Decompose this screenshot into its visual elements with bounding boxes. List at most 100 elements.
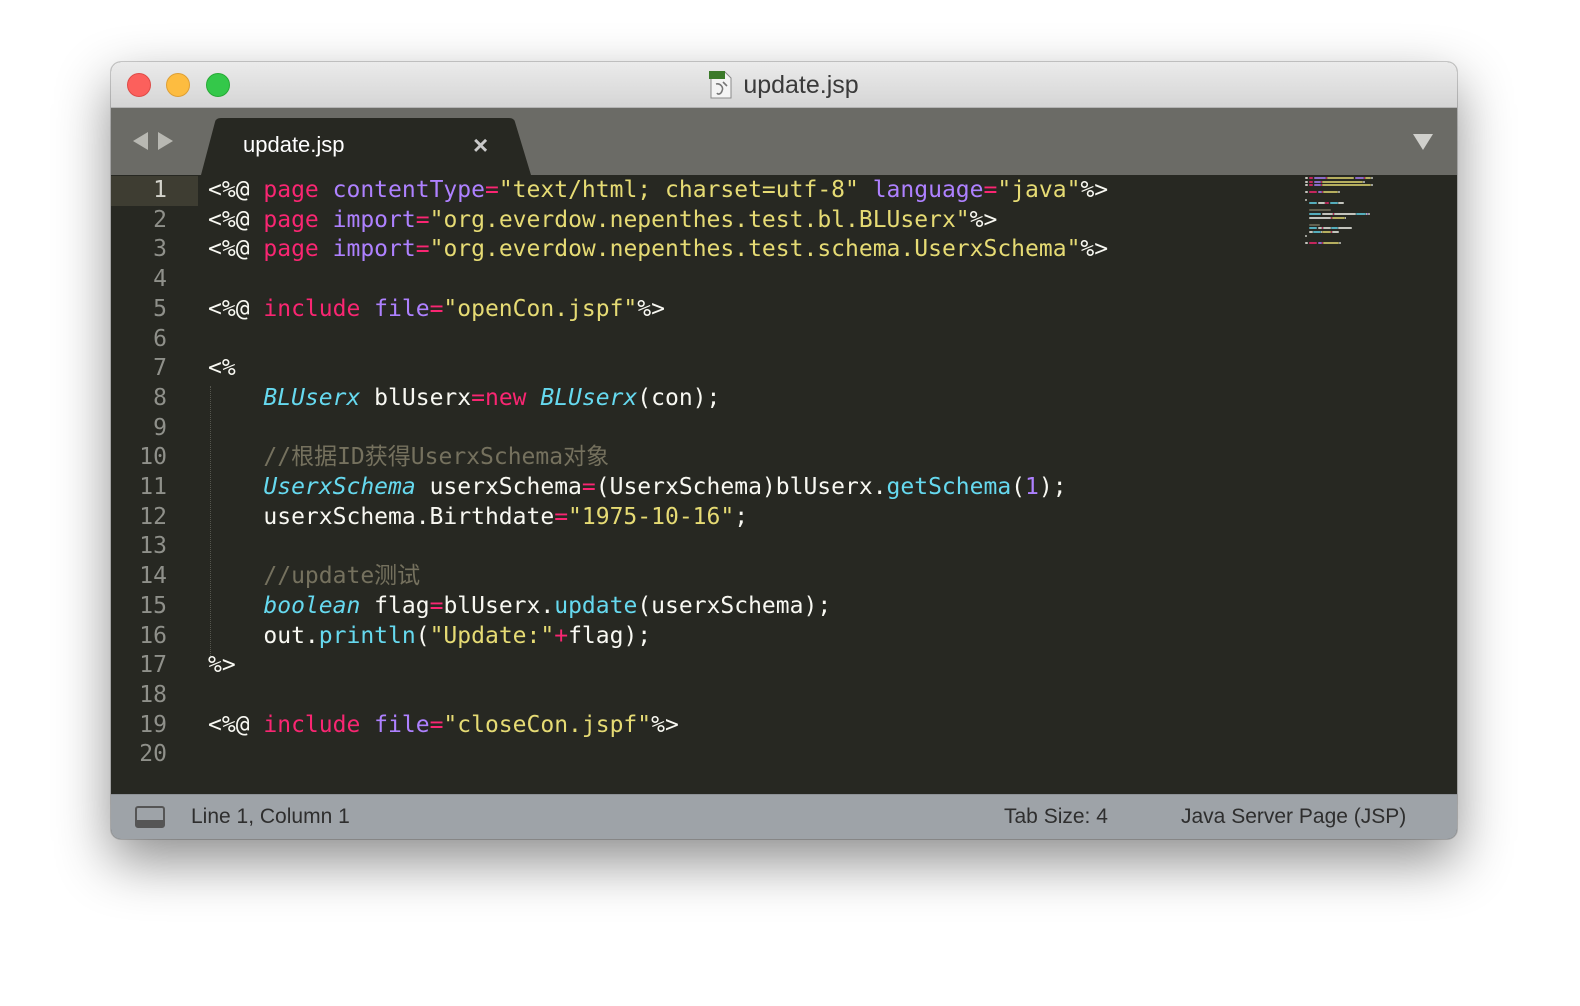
next-tab-arrow-icon[interactable] [158, 132, 173, 150]
code-line[interactable]: 18 [111, 681, 1291, 711]
code-line[interactable]: 6 [111, 325, 1291, 355]
code-line[interactable]: 1 <%@ page contentType="text/html; charse… [111, 176, 1291, 206]
triangle-down-icon[interactable] [1413, 134, 1433, 150]
code-token: userxSchema [415, 474, 582, 500]
minimap-stroke [1321, 231, 1332, 233]
tab-update-jsp[interactable]: update.jsp × [201, 118, 539, 175]
code-line[interactable]: 16 out.println("Update:"+flag); [111, 622, 1291, 652]
minimap[interactable] [1305, 177, 1433, 257]
window-title-group: update.jsp [111, 70, 1457, 100]
syntax-indicator[interactable]: Java Server Page (JSP) [1181, 805, 1406, 829]
code-text: <%@ page import="org.everdow.nepenthes.t… [208, 235, 1108, 265]
code-line[interactable]: 5 <%@ include file="openCon.jspf"%> [111, 295, 1291, 325]
code-token: = [484, 177, 499, 203]
minimap-stroke [1321, 213, 1334, 215]
tab-bar: update.jsp × [111, 108, 1457, 175]
tab-close-icon[interactable]: × [473, 130, 488, 161]
code-token: include [263, 295, 375, 322]
code-line[interactable]: 3 <%@ page import="org.everdow.nepenthes.… [111, 235, 1291, 265]
code-token: blUserx. [443, 592, 555, 619]
minimap-stroke [1309, 213, 1321, 215]
code-token: = [471, 384, 485, 411]
code-line[interactable]: 4 [111, 265, 1291, 295]
cursor-position[interactable]: Line 1, Column 1 [191, 805, 350, 829]
minimap-stroke [1321, 180, 1363, 183]
line-number: 5 [153, 295, 167, 322]
minimap-stroke [1309, 216, 1332, 219]
code-text: BLUserx blUserx=new BLUserx(con); [208, 384, 720, 414]
line-number: 15 [139, 592, 167, 619]
minimap-stroke [1322, 227, 1332, 230]
minimap-stroke [1309, 209, 1332, 212]
code-line[interactable]: 10 //根据ID获得UserxSchema对象 [111, 443, 1291, 473]
code-editor[interactable]: 1 <%@ page contentType="text/html; charse… [111, 175, 1457, 795]
code-text: <%@ include file="openCon.jspf"%> [208, 295, 665, 325]
code-line[interactable]: 9 [111, 414, 1291, 444]
line-number: 14 [139, 563, 167, 590]
minimap-stroke [1368, 213, 1371, 215]
code-text: //update测试 [208, 562, 420, 592]
code-text: <%@ page import="org.everdow.nepenthes.t… [208, 206, 997, 236]
line-number: 18 [139, 681, 167, 708]
code-text: %> [208, 651, 236, 681]
code-line[interactable]: 14 //update测试 [111, 562, 1291, 592]
tab-label: update.jsp [243, 132, 345, 157]
minimap-stroke [1321, 184, 1372, 187]
code-token: include [263, 711, 375, 738]
code-token: %> [969, 206, 998, 233]
code-token: file [374, 295, 430, 322]
code-token: new [484, 384, 541, 411]
code-token: update [554, 592, 638, 619]
code-token: boolean [263, 592, 361, 619]
minimap-stroke [1332, 216, 1345, 219]
code-line[interactable]: 11 UserxSchema userxSchema=(UserxSchema)… [111, 473, 1291, 503]
code-token: language [872, 177, 984, 203]
window-title: update.jsp [743, 70, 859, 99]
code-token: <% [208, 355, 236, 382]
minimap-stroke [1330, 202, 1338, 205]
code-text: <% [208, 354, 236, 384]
code-line[interactable]: 12 userxSchema.Birthdate="1975-10-16"; [111, 503, 1291, 533]
line-number: 20 [139, 741, 167, 768]
line-number: 1 [153, 177, 167, 203]
minimap-stroke [1317, 202, 1325, 205]
previous-tab-arrow-icon[interactable] [133, 132, 148, 150]
line-number: 3 [153, 236, 167, 263]
code-line[interactable]: 7 <% [111, 354, 1291, 384]
code-token: "1975-10-16" [568, 503, 735, 530]
line-number: 12 [139, 503, 167, 530]
tab-size-indicator[interactable]: Tab Size: 4 [1004, 805, 1108, 829]
code-token: "Update:" [429, 622, 555, 649]
minimap-stroke [1371, 177, 1374, 179]
code-token: <%@ [208, 206, 264, 233]
line-number: 7 [153, 355, 167, 382]
code-token: page [263, 206, 333, 233]
minimap-stroke [1356, 213, 1366, 215]
code-line[interactable]: 15 boolean flag=blUserx.update(userxSche… [111, 592, 1291, 622]
code-line[interactable]: 17 %> [111, 651, 1291, 681]
code-line[interactable]: 20 [111, 740, 1291, 770]
code-token: = [429, 295, 444, 322]
minimap-stroke [1313, 231, 1321, 233]
code-token: UserxSchema [263, 474, 416, 500]
code-token: <%@ [208, 711, 264, 738]
line-number: 10 [139, 444, 167, 471]
code-token: //update测试 [263, 563, 421, 590]
code-token: BLUserx [263, 384, 361, 411]
code-line[interactable]: 19 <%@ include file="closeCon.jspf"%> [111, 711, 1291, 741]
code-line[interactable]: 13 [111, 532, 1291, 562]
code-token: file [374, 711, 430, 738]
minimap-stroke [1337, 202, 1344, 205]
code-line[interactable]: 8 BLUserx blUserx=new BLUserx(con); [111, 384, 1291, 414]
minimap-stroke [1326, 202, 1330, 205]
minimap-stroke [1309, 191, 1317, 194]
code-line[interactable]: 2 <%@ page import="org.everdow.nepenthes.… [111, 206, 1291, 236]
panel-toggle-icon[interactable] [135, 806, 165, 828]
minimap-stroke [1309, 184, 1314, 187]
code-token: page [263, 177, 333, 203]
code-token: %> [208, 652, 236, 679]
minimap-stroke [1337, 227, 1353, 230]
